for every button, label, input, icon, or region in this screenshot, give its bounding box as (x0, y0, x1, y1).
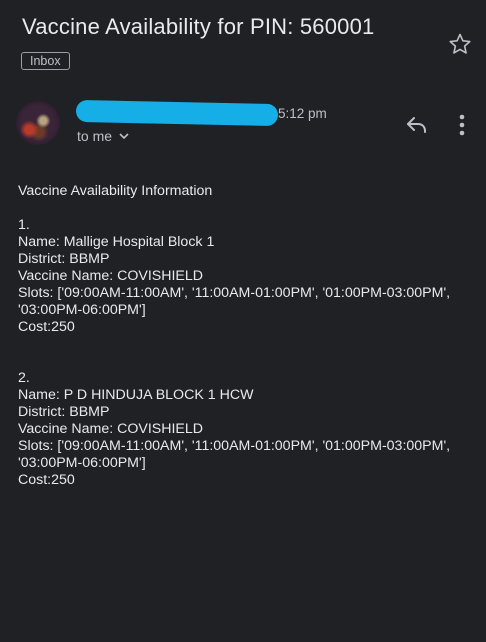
entry-name: Name: P D HINDUJA BLOCK 1 HCW (18, 387, 254, 403)
chevron-down-icon (119, 133, 129, 140)
sender-name-redaction (75, 99, 279, 127)
entry-district: District: BBMP (18, 404, 110, 420)
body-heading: Vaccine Availability Information (18, 183, 213, 199)
entry-cost: Cost:250 (18, 472, 75, 488)
inbox-label-chip[interactable]: Inbox (21, 52, 70, 70)
entry-slots: Slots: ['09:00AM-11:00AM', '11:00AM-01:0… (18, 438, 451, 471)
entry-number: 1. (18, 217, 30, 233)
entry-1: 1. Name: Mallige Hospital Block 1 Distri… (18, 217, 468, 336)
star-outline-icon[interactable] (448, 32, 472, 56)
entry-vaccine: Vaccine Name: COVISHIELD (18, 268, 204, 284)
more-vert-icon[interactable] (452, 113, 472, 137)
entry-district: District: BBMP (18, 251, 110, 267)
email-subject: Vaccine Availability for PIN: 560001 (22, 14, 375, 39)
recipient-label: to me (77, 128, 113, 144)
entry-vaccine: Vaccine Name: COVISHIELD (18, 421, 204, 437)
entry-slots: Slots: ['09:00AM-11:00AM', '11:00AM-01:0… (18, 285, 451, 318)
entry-name: Name: Mallige Hospital Block 1 (18, 234, 215, 250)
sender-avatar[interactable] (16, 101, 60, 145)
email-body: Vaccine Availability Information 1. Name… (18, 183, 468, 489)
entry-number: 2. (18, 370, 30, 386)
email-time: 5:12 pm (278, 106, 327, 121)
recipient-details-toggle[interactable]: to me (77, 128, 130, 144)
reply-icon[interactable] (405, 114, 429, 136)
entry-2: 2. Name: P D HINDUJA BLOCK 1 HCW Distric… (18, 370, 468, 489)
entry-cost: Cost:250 (18, 319, 75, 335)
